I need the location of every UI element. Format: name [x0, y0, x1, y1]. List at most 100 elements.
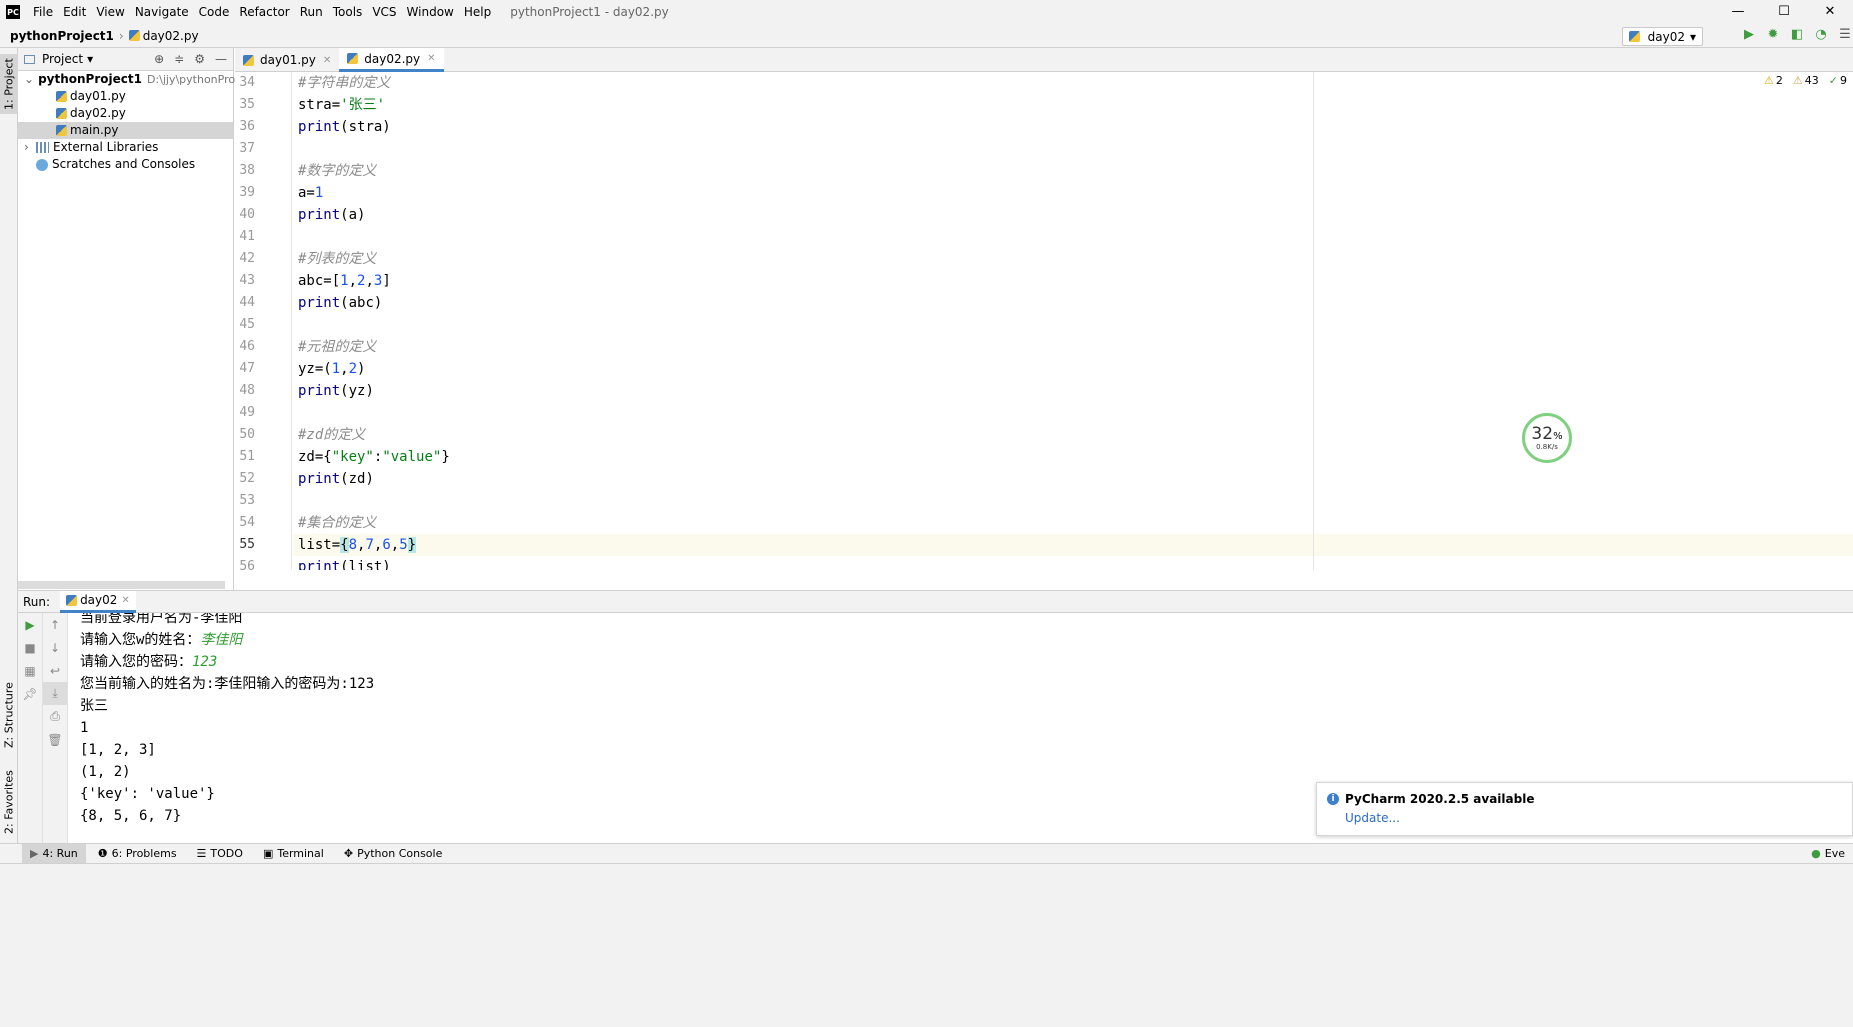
menu-code[interactable]: Code — [194, 0, 235, 24]
scroll-to-end-icon[interactable]: ⤓ — [43, 682, 67, 705]
menu-window[interactable]: Window — [402, 0, 459, 24]
console-line: (1, 2) — [80, 764, 131, 780]
python-file-icon — [56, 125, 67, 136]
rerun-icon[interactable]: ▶ — [18, 613, 42, 636]
tab-day01[interactable]: day01.py ✕ — [235, 48, 339, 72]
todo-tool-button[interactable]: ☰ TODO — [189, 844, 251, 863]
layout-icon[interactable]: ▦ — [18, 659, 42, 682]
code-line: yz=(1,2) — [298, 361, 366, 377]
arrow-up-icon[interactable]: ↑ — [43, 613, 67, 636]
tree-root[interactable]: ⌄ pythonProject1 D:\jjy\pythonProject — [18, 71, 255, 88]
favorites-tool-tab[interactable]: 2: Favorites — [0, 766, 18, 838]
menu-file[interactable]: File — [28, 0, 58, 24]
problems-tool-button[interactable]: ❶ 6: Problems — [90, 844, 185, 863]
code-line: print(zd) — [298, 471, 374, 487]
tree-file-main[interactable]: main.py — [18, 122, 233, 139]
run-icon[interactable]: ▶ — [1741, 27, 1757, 42]
menu-vcs[interactable]: VCS — [367, 0, 401, 24]
window-controls: — ☐ ✕ — [1715, 0, 1853, 24]
close-tab-icon[interactable]: ✕ — [427, 53, 435, 64]
python-file-icon — [128, 30, 140, 41]
print-icon[interactable]: ⎙ — [43, 705, 67, 728]
code-line: stra='张三' — [298, 97, 386, 113]
locate-icon[interactable]: ⊕ — [154, 52, 164, 66]
tree-file-day02[interactable]: day02.py — [18, 105, 233, 122]
line-number: 53 — [239, 493, 255, 508]
menu-edit[interactable]: Edit — [58, 0, 91, 24]
tab-day02[interactable]: day02.py ✕ — [339, 48, 444, 72]
navigation-bar: pythonProject1 › day02.py day02 ▾ ▶ ✹ ◧ … — [0, 24, 1853, 48]
pin-icon[interactable]: 📌︎ — [18, 682, 42, 705]
stop-icon[interactable]: ■ — [18, 636, 42, 659]
gear-icon[interactable]: ⚙ — [194, 52, 205, 66]
menu-bar: PC File Edit View Navigate Code Refactor… — [0, 0, 1853, 24]
minimize-icon[interactable]: — — [1715, 0, 1761, 24]
inspection-widget[interactable]: ⚠ 2 ⚠ 43 ✓ 9 — [1764, 74, 1853, 87]
menu-tools[interactable]: Tools — [328, 0, 368, 24]
chevron-down-icon[interactable]: ⌄ — [24, 71, 34, 88]
menu-refactor[interactable]: Refactor — [234, 0, 294, 24]
profile-icon[interactable]: ◔ — [1813, 27, 1829, 42]
console-line: 请输入您的密码：123 — [75, 651, 1315, 673]
collapse-all-icon[interactable]: ≑ — [174, 52, 184, 66]
run-tool-label: 4: Run — [42, 847, 78, 860]
code-editor[interactable]: #字符串的定义 stra='张三' print(stra) #数字的定义 a=1… — [293, 72, 1853, 570]
python-console-tool-label: Python Console — [357, 847, 443, 860]
tree-external-libraries[interactable]: › External Libraries — [18, 139, 233, 156]
breadcrumb-file[interactable]: day02.py — [143, 29, 199, 43]
structure-tool-tab[interactable]: Z: Structure — [0, 678, 18, 753]
maximize-icon[interactable]: ☐ — [1761, 0, 1807, 24]
tree-file-label: main.py — [70, 123, 119, 137]
line-number: 43 — [239, 273, 255, 288]
line-number: 41 — [239, 229, 255, 244]
menu-view[interactable]: View — [91, 0, 129, 24]
tree-file-day01[interactable]: day01.py — [18, 88, 233, 105]
project-tool-tab[interactable]: 1: Project — [0, 54, 18, 114]
right-margin-guide — [1313, 72, 1314, 570]
tree-scratches[interactable]: Scratches and Consoles — [18, 156, 233, 173]
soft-wrap-icon[interactable]: ↩ — [43, 659, 67, 682]
arrow-down-icon[interactable]: ↓ — [43, 636, 67, 659]
warning-count: 2 — [1775, 74, 1783, 87]
close-icon[interactable]: ✕ — [1807, 0, 1853, 24]
trash-icon[interactable]: 🗑︎ — [43, 728, 67, 751]
close-tab-icon[interactable]: ✕ — [121, 595, 129, 606]
hide-icon[interactable]: — — [215, 52, 227, 66]
network-percent: 32 — [1531, 424, 1554, 444]
line-number: 51 — [239, 449, 255, 464]
project-view-select[interactable]: Project — [42, 52, 83, 66]
info-icon: i — [1327, 793, 1339, 805]
breadcrumb-project[interactable]: pythonProject1 — [10, 29, 114, 43]
update-link[interactable]: Update... — [1345, 811, 1842, 825]
chevron-right-icon[interactable]: › — [24, 139, 36, 156]
event-log-tool-button[interactable]: ● Eve — [1803, 844, 1853, 863]
pycharm-logo-icon: PC — [6, 5, 20, 19]
python-console-tool-button[interactable]: ✥ Python Console — [336, 844, 451, 863]
run-panel-label: Run: — [23, 594, 51, 609]
terminal-tool-button[interactable]: ▣ Terminal — [255, 844, 332, 863]
run-configuration-select[interactable]: day02 ▾ — [1621, 27, 1703, 46]
update-notification: i PyCharm 2020.2.5 available Update... — [1316, 782, 1853, 836]
tree-file-label: day01.py — [70, 89, 126, 103]
close-tab-icon[interactable]: ✕ — [323, 55, 331, 66]
menu-navigate[interactable]: Navigate — [130, 0, 194, 24]
coverage-icon[interactable]: ◧ — [1789, 27, 1805, 42]
console-output[interactable]: 当前登录用户名为-李佳阳 请输入您w的姓名：李佳阳 请输入您的密码：123 您当… — [75, 613, 1315, 843]
scratches-icon — [36, 158, 48, 171]
menu-run[interactable]: Run — [295, 0, 328, 24]
run-tool-button[interactable]: ▶ 4: Run — [22, 844, 86, 863]
tree-external-label: External Libraries — [53, 140, 159, 154]
warning-icon: ⚠ — [1764, 74, 1774, 87]
line-number: 40 — [239, 207, 255, 222]
python-file-icon — [243, 54, 254, 66]
weak-warning-icon: ⚠ — [1792, 74, 1803, 87]
chevron-down-icon[interactable]: ▾ — [87, 52, 93, 66]
project-horizontal-scrollbar[interactable] — [18, 581, 225, 589]
menu-help[interactable]: Help — [459, 0, 496, 24]
window-title: pythonProject1 - day02.py — [510, 5, 669, 19]
python-file-icon — [56, 108, 67, 119]
debug-icon[interactable]: ✹ — [1765, 27, 1781, 42]
run-tab-day02[interactable]: day02 ✕ — [60, 590, 136, 613]
vcs-icon[interactable]: ☰ — [1837, 27, 1853, 42]
